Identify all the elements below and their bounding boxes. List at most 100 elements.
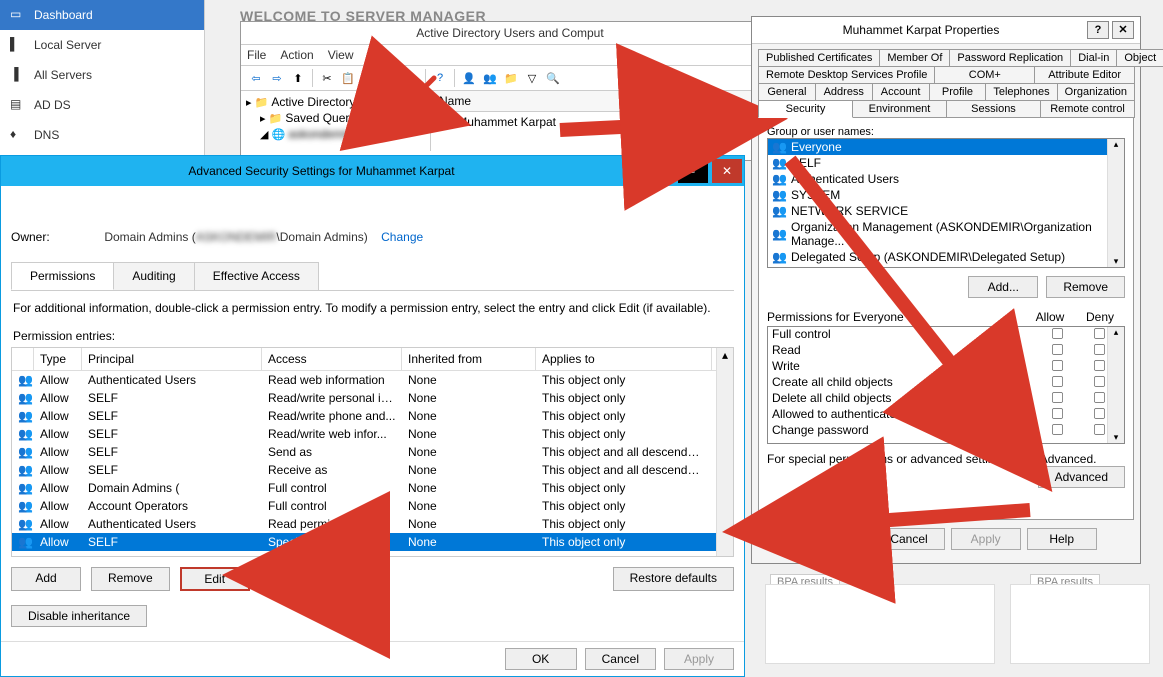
permission-entry-row[interactable]: 👥AllowAccount OperatorsFull controlNoneT… (12, 497, 733, 515)
col-name[interactable]: Name (431, 91, 631, 111)
help-button[interactable]: Help (1027, 528, 1097, 550)
copy-icon[interactable]: 📋 (339, 69, 357, 87)
list-row-user[interactable]: 👤 Muhammet Karpat User (431, 112, 779, 132)
tab-profile[interactable]: Profile (929, 83, 987, 101)
tab-telephones[interactable]: Telephones (985, 83, 1057, 101)
change-owner-link[interactable]: Change (381, 230, 423, 244)
sidebar-item-all-servers[interactable]: ▐All Servers (0, 60, 204, 90)
menu-action[interactable]: Action (280, 48, 313, 62)
sidebar-item-dashboard[interactable]: ▭Dashboard (0, 0, 204, 30)
sidebar-item-local-server[interactable]: ▌Local Server (0, 30, 204, 60)
restore-defaults-button[interactable]: Restore defaults (613, 567, 734, 591)
ok-button[interactable]: OK (505, 648, 577, 670)
disable-inheritance-button[interactable]: Disable inheritance (11, 605, 147, 627)
group-item[interactable]: 👥Delegated Setup (ASKONDEMIR\Delegated S… (768, 249, 1124, 265)
tab-address[interactable]: Address (815, 83, 873, 101)
adv-titlebar[interactable]: Advanced Security Settings for Muhammet … (1, 156, 744, 186)
permission-entry-row[interactable]: 👥AllowAuthenticated UsersRead web inform… (12, 371, 733, 389)
tab-remote-control[interactable]: Remote control (1040, 100, 1135, 118)
tab-auditing[interactable]: Auditing (113, 262, 194, 290)
group-item[interactable]: 👥Authenticated Users (768, 171, 1124, 187)
tab-environment[interactable]: Environment (852, 100, 947, 118)
apply-button[interactable]: Apply (951, 528, 1021, 550)
menu-file[interactable]: File (247, 48, 266, 62)
tab-password-replication[interactable]: Password Replication (949, 49, 1071, 67)
allow-checkbox[interactable] (1051, 376, 1062, 387)
tab-security[interactable]: Security (758, 100, 853, 118)
tab-member-of[interactable]: Member Of (879, 49, 950, 67)
apply-button[interactable]: Apply (664, 648, 734, 670)
tree-domain[interactable]: ◢ 🌐 askondemir.local (244, 126, 427, 142)
maximize-button[interactable]: ▫ (678, 159, 708, 183)
cancel-button[interactable]: Cancel (585, 648, 656, 670)
permission-entry-row[interactable]: 👥AllowDomain Admins (Full controlNoneThi… (12, 479, 733, 497)
group-item[interactable]: 👥Everyone (768, 139, 1124, 155)
close-button[interactable]: ✕ (1112, 21, 1134, 39)
tab-published-certificates[interactable]: Published Certificates (758, 49, 880, 67)
tree-saved-queries[interactable]: ▸ 📁 Saved Queries (244, 110, 427, 126)
col-type[interactable]: Type (34, 348, 82, 370)
sidebar-item-adds[interactable]: ▤AD DS (0, 90, 204, 120)
forward-icon[interactable]: ⇨ (268, 69, 286, 87)
col-applies[interactable]: Applies to (536, 348, 712, 370)
group-item[interactable]: 👥SELF (768, 155, 1124, 171)
deny-checkbox[interactable] (1093, 376, 1104, 387)
ok-button[interactable]: OK (795, 528, 867, 550)
tab-account[interactable]: Account (872, 83, 930, 101)
group-item[interactable]: 👥NETWORK SERVICE (768, 203, 1124, 219)
filter-icon[interactable]: ▽ (523, 69, 541, 87)
new-group-icon[interactable]: 👥 (481, 69, 499, 87)
back-icon[interactable]: ⇦ (247, 69, 265, 87)
allow-checkbox[interactable] (1051, 392, 1062, 403)
refresh-icon[interactable]: ⟳ (402, 69, 420, 87)
cut-icon[interactable]: ✂ (318, 69, 336, 87)
props-titlebar[interactable]: Muhammet Karpat Properties ? ✕ (752, 17, 1140, 44)
tab-effective-access[interactable]: Effective Access (194, 262, 319, 290)
deny-checkbox[interactable] (1093, 392, 1104, 403)
aduc-tree[interactable]: ▸ 📁 Active Directory Users and C ▸ 📁 Sav… (241, 91, 431, 151)
properties-icon[interactable]: ▦ (381, 69, 399, 87)
deny-checkbox[interactable] (1093, 360, 1104, 371)
group-item[interactable]: 👥Organization Management (ASKONDEMIR\Org… (768, 219, 1124, 249)
allow-checkbox[interactable] (1051, 344, 1062, 355)
cancel-button[interactable]: Cancel (873, 528, 944, 550)
permission-entry-row[interactable]: 👥AllowSELFReceive asNoneThis object and … (12, 461, 733, 479)
deny-checkbox[interactable] (1093, 328, 1104, 339)
up-icon[interactable]: ⬆ (289, 69, 307, 87)
remove-button[interactable]: Remove (91, 567, 170, 591)
menu-help[interactable]: Help (368, 48, 393, 62)
tab-sessions[interactable]: Sessions (946, 100, 1041, 118)
group-list[interactable]: 👥Everyone👥SELF👥Authenticated Users👥SYSTE… (767, 138, 1125, 268)
tab-attribute-editor[interactable]: Attribute Editor (1034, 66, 1135, 84)
close-button[interactable]: ✕ (712, 159, 742, 183)
add-button[interactable]: Add... (968, 276, 1038, 298)
permission-entry-row[interactable]: 👥AllowSELFSend asNoneThis object and all… (12, 443, 733, 461)
deny-checkbox[interactable] (1093, 344, 1104, 355)
permission-entry-row[interactable]: 👥AllowAuthenticated UsersRead permission… (12, 515, 733, 533)
scrollbar[interactable]: ▴▾ (1107, 327, 1124, 443)
remove-button[interactable]: Remove (1046, 276, 1125, 298)
deny-checkbox[interactable] (1093, 408, 1104, 419)
permission-entry-row[interactable]: 👥AllowSELFRead/write web infor...NoneThi… (12, 425, 733, 443)
tab-general[interactable]: General (758, 83, 816, 101)
deny-checkbox[interactable] (1093, 424, 1104, 435)
col-access[interactable]: Access (262, 348, 402, 370)
allow-checkbox[interactable] (1051, 328, 1062, 339)
tab-object[interactable]: Object (1116, 49, 1163, 67)
tree-root[interactable]: ▸ 📁 Active Directory Users and C (244, 94, 427, 110)
allow-checkbox[interactable] (1051, 424, 1062, 435)
minimize-button[interactable]: — (644, 159, 674, 183)
tab-permissions[interactable]: Permissions (11, 262, 114, 290)
col-inherited[interactable]: Inherited from (402, 348, 536, 370)
tab-remote-desktop-services-profile[interactable]: Remote Desktop Services Profile (758, 66, 935, 84)
menu-view[interactable]: View (328, 48, 354, 62)
add-button[interactable]: Add (11, 567, 81, 591)
advanced-button[interactable]: Advanced (1038, 466, 1125, 488)
allow-checkbox[interactable] (1051, 408, 1062, 419)
help-icon[interactable]: ? (431, 69, 449, 87)
scrollbar[interactable]: ▴▾ (1107, 139, 1124, 267)
tab-organization[interactable]: Organization (1057, 83, 1135, 101)
group-item[interactable]: 👥SYSTEM (768, 187, 1124, 203)
allow-checkbox[interactable] (1051, 360, 1062, 371)
scrollbar[interactable]: ▴ (716, 348, 733, 556)
